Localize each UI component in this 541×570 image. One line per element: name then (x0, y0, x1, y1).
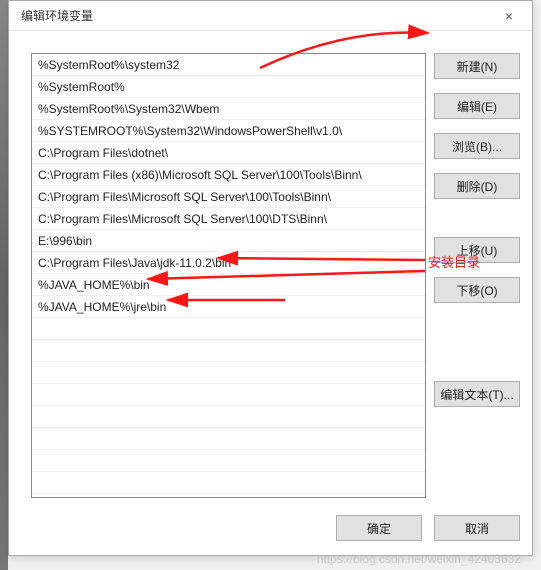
list-item[interactable]: %SystemRoot% (32, 76, 425, 98)
list-item[interactable]: C:\Program Files\Microsoft SQL Server\10… (32, 186, 425, 208)
list-item-empty[interactable]: . (32, 384, 425, 406)
titlebar: 编辑环境变量 × (9, 1, 532, 31)
list-item[interactable]: C:\Program Files (x86)\Microsoft SQL Ser… (32, 164, 425, 186)
close-button[interactable]: × (490, 3, 528, 29)
cancel-button[interactable]: 取消 (434, 515, 520, 541)
edit-button[interactable]: 编辑(E) (434, 93, 520, 119)
list-item[interactable]: C:\Program Files\Java\jdk-11.0.2\bin (32, 252, 425, 274)
list-item-empty[interactable]: . (32, 318, 425, 340)
spacer (434, 317, 520, 367)
list-item[interactable]: %JAVA_HOME%\bin (32, 274, 425, 296)
background-strip (0, 0, 8, 570)
path-listbox[interactable]: %SystemRoot%\system32 %SystemRoot% %Syst… (31, 53, 426, 498)
list-item[interactable]: %SystemRoot%\System32\Wbem (32, 98, 425, 120)
browse-button[interactable]: 浏览(B)... (434, 133, 520, 159)
dialog-title: 编辑环境变量 (21, 7, 93, 24)
list-item[interactable]: C:\Program Files\dotnet\ (32, 142, 425, 164)
move-down-button[interactable]: 下移(O) (434, 277, 520, 303)
ok-button[interactable]: 确定 (336, 515, 422, 541)
delete-button[interactable]: 删除(D) (434, 173, 520, 199)
list-item-empty[interactable]: . (32, 428, 425, 450)
list-item[interactable]: E:\996\bin (32, 230, 425, 252)
list-item[interactable]: C:\Program Files\Microsoft SQL Server\10… (32, 208, 425, 230)
bottom-button-group: 确定 取消 (336, 515, 520, 541)
move-up-button[interactable]: 上移(U) (434, 237, 520, 263)
new-button[interactable]: 新建(N) (434, 53, 520, 79)
env-var-dialog: 编辑环境变量 × %SystemRoot%\system32 %SystemRo… (8, 0, 533, 556)
list-item[interactable]: %JAVA_HOME%\jre\bin (32, 296, 425, 318)
list-item[interactable]: %SYSTEMROOT%\System32\WindowsPowerShell\… (32, 120, 425, 142)
close-icon: × (505, 8, 513, 24)
list-item-empty[interactable]: . (32, 362, 425, 384)
list-item-empty[interactable]: . (32, 406, 425, 428)
dialog-body: %SystemRoot%\system32 %SystemRoot% %Syst… (9, 31, 532, 555)
side-button-group: 新建(N) 编辑(E) 浏览(B)... 删除(D) 上移(U) 下移(O) 编… (434, 53, 520, 407)
spacer (434, 213, 520, 223)
edit-text-button[interactable]: 编辑文本(T)... (434, 381, 520, 407)
list-item-empty[interactable]: . (32, 450, 425, 472)
list-item[interactable]: %SystemRoot%\system32 (32, 54, 425, 76)
list-item-empty[interactable]: . (32, 472, 425, 494)
list-item-empty[interactable]: . (32, 340, 425, 362)
